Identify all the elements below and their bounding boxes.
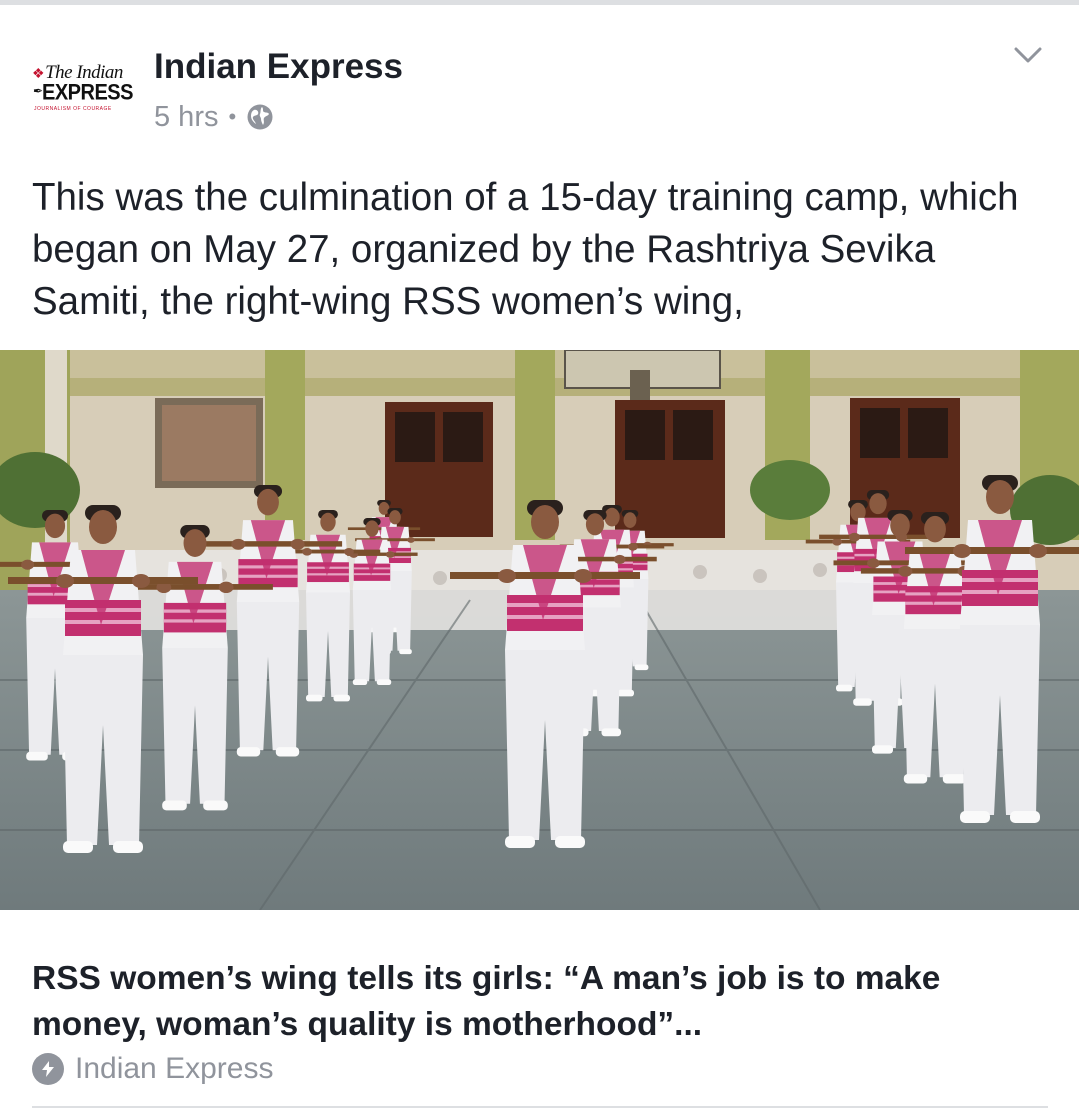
meta-separator: • — [228, 104, 237, 129]
page-avatar[interactable]: ❖The Indian ✒ EXPRESS JOURNALISM OF COUR… — [30, 60, 138, 120]
page-name-link[interactable]: Indian Express — [154, 47, 403, 87]
link-source-row: Indian Express — [32, 1050, 273, 1088]
link-title[interactable]: RSS women’s wing tells its girls: “A man… — [32, 956, 1042, 1048]
post-timestamp[interactable]: 5 hrs — [154, 101, 218, 134]
post-meta: 5 hrs • — [154, 97, 274, 137]
article-photo[interactable] — [0, 350, 1079, 910]
logo-wordmark-line2: EXPRESS — [42, 80, 133, 106]
post-header: ❖The Indian ✒ EXPRESS JOURNALISM OF COUR… — [0, 5, 1079, 145]
link-preview[interactable]: RSS women’s wing tells its girls: “A man… — [0, 910, 1079, 1108]
instant-article-bolt-icon — [32, 1053, 64, 1085]
globe-icon[interactable] — [246, 103, 274, 131]
link-source: Indian Express — [75, 1052, 274, 1085]
chevron-down-icon — [1014, 47, 1042, 63]
post-text: This was the culmination of a 15-day tra… — [32, 176, 1019, 323]
training-camp-photo — [0, 350, 1079, 910]
logo-tagline: JOURNALISM OF COURAGE — [34, 106, 112, 112]
post-options-button[interactable] — [1008, 35, 1048, 75]
pen-nib-icon: ✒ — [33, 84, 44, 98]
